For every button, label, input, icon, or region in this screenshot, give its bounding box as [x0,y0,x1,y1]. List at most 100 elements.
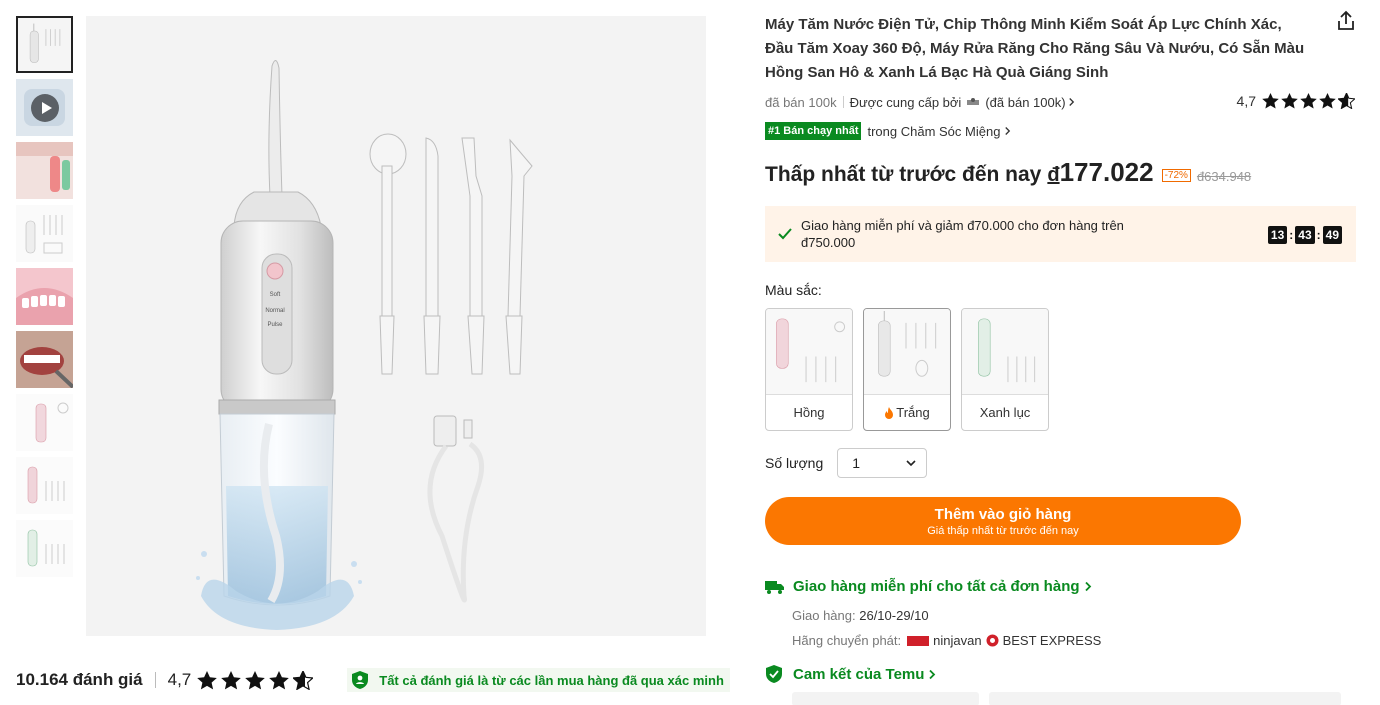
divider [154,672,156,688]
star-icon [1300,93,1317,109]
star-icon [221,670,242,689]
variant-image [766,309,852,395]
half-star-icon [1338,93,1355,109]
color-label: Màu sắc: [765,282,822,298]
carrier-ninjavan: ninjavan [933,633,982,648]
star-icon [269,670,290,689]
star-icon [1319,93,1336,109]
timer-minutes: 43 [1295,226,1315,244]
chevron-right-icon [929,669,936,679]
shipping-promo-text: Giao hàng miễn phí và giảm đ70.000 cho đ… [801,218,1124,250]
half-star-icon [293,670,314,690]
carriers-row: Hãng chuyển phát: ninjavan BEST EXPRESS [792,633,1101,648]
truck-icon [765,580,784,594]
share-icon[interactable] [1335,10,1357,32]
variant-image [864,309,950,395]
store-logo-icon [967,98,980,105]
shield-check-icon [352,671,369,689]
delivery-date-value: 26/10-29/10 [859,608,929,623]
thumbnail-1[interactable] [16,16,73,73]
soft-label: Soft [270,292,281,298]
rating-value: 4,7 [167,670,192,689]
pulse-label: Pulse [267,322,283,328]
water-flosser-illustration: Soft Normal Pulse [196,60,533,630]
shield-check-icon [766,665,782,683]
color-option-pink[interactable]: Hồng [765,308,853,431]
quantity-value: 1 [852,455,861,471]
thumbnail-8[interactable] [16,457,73,514]
bestseller-category: trong Chăm Sóc Miệng [867,123,1001,139]
quantity-row: Số lượng 1 [765,448,928,478]
delivery-date-label: Giao hàng: [792,608,856,623]
ninjavan-logo [907,635,930,646]
chevron-right-icon [1005,127,1011,135]
star-icon [197,670,218,689]
add-to-cart-label: Thêm vào giỏ hàng [934,505,1072,523]
shipping-promo-banner: Giao hàng miễn phí và giảm đ70.000 cho đ… [765,206,1356,262]
reviews-bar: 10.164 đánh giá 4,7 Tất cả đánh giá là t… [16,666,730,694]
main-product-image[interactable]: Soft Normal Pulse [86,16,706,636]
thumbnail-video[interactable] [16,79,73,136]
fire-icon [885,406,894,419]
thumbnail-9[interactable] [16,520,73,577]
chevron-right-icon [1084,581,1091,592]
delivery-date: Giao hàng: 26/10-29/10 [792,608,929,623]
add-to-cart-sublabel: Giá thấp nhất từ trước đến nay [927,524,1079,537]
timer-seconds: 49 [1322,226,1342,244]
best-express-logo [986,634,999,647]
thumbnail-list [16,16,74,583]
product-title: Máy Tăm Nước Điện Tử, Chip Thông Minh Ki… [765,16,1305,81]
color-option-white[interactable]: Trắng [863,308,951,431]
bestseller-badge: #1 Bán chạy nhất [765,122,862,140]
sold-count: đã bán 100k [765,94,837,110]
commitment-card[interactable] [792,692,979,705]
add-to-cart-button[interactable]: Thêm vào giỏ hàng Giá thấp nhất từ trước… [765,497,1241,545]
timer-hours: 13 [1267,226,1288,244]
color-option-green[interactable]: Xanh lục [961,308,1049,431]
seller-meta-row: đã bán 100k Được cung cấp bởi (đã bán 10… [765,93,1357,111]
commitment-card[interactable] [989,692,1341,705]
rating-stars [197,670,317,690]
commitment-cards [792,692,1341,705]
carrier-best-express: BEST EXPRESS [1002,633,1102,648]
divider [842,96,844,108]
play-icon [30,93,59,122]
thumbnail-7[interactable] [16,394,73,451]
supplied-by-label: Được cung cấp bởi [849,94,962,110]
normal-label: Normal [265,308,284,314]
commitment-text: Cam kết của Temu [793,665,925,683]
chevron-down-icon [906,460,916,467]
thumbnail-3[interactable] [16,142,73,199]
color-options: Hồng Trắng Xanh lục [765,308,1059,431]
thumbnail-5[interactable] [16,268,73,325]
chevron-right-icon [1068,98,1074,106]
thumbnail-6[interactable] [16,331,73,388]
variant-label: Trắng [864,395,950,430]
star-icon [245,670,266,689]
bestseller-row[interactable]: #1 Bán chạy nhất trong Chăm Sóc Miệng [765,121,1011,141]
countdown-timer: 13 : 43 : 49 [1267,226,1342,244]
free-shipping-link[interactable]: Giao hàng miễn phí cho tất cả đơn hàng [765,578,1092,595]
carrier-label: Hãng chuyển phát: [792,633,902,648]
review-count[interactable]: 10.164 đánh giá [16,670,143,690]
discount-badge: -72% [1161,169,1191,182]
original-price: đ634.948 [1196,169,1252,184]
currency-symbol: đ [1047,164,1060,186]
supplier-sold-link[interactable]: (đã bán 100k) [985,95,1065,110]
check-icon [778,228,792,240]
verified-text: Tất cả đánh giá là từ các lần mua hàng đ… [379,672,724,688]
price-row: Thấp nhất từ trước đến nay đ 177.022 -72… [765,157,1251,188]
product-rating[interactable]: 4,7 [1237,93,1357,109]
star-icon [1262,93,1279,109]
current-price: 177.022 [1059,157,1154,187]
thumbnail-4[interactable] [16,205,73,262]
variant-label: Hồng [793,405,825,420]
temu-commitment-link[interactable]: Cam kết của Temu [765,665,936,683]
verified-reviews-badge: Tất cả đánh giá là từ các lần mua hàng đ… [347,668,730,692]
star-icon [1281,93,1298,109]
quantity-label: Số lượng [765,455,824,471]
variant-label-text: Trắng [896,405,930,420]
rating-value: 4,7 [1236,93,1256,109]
price-label: Thấp nhất từ trước đến nay [765,163,1042,186]
quantity-select[interactable]: 1 [837,448,928,478]
